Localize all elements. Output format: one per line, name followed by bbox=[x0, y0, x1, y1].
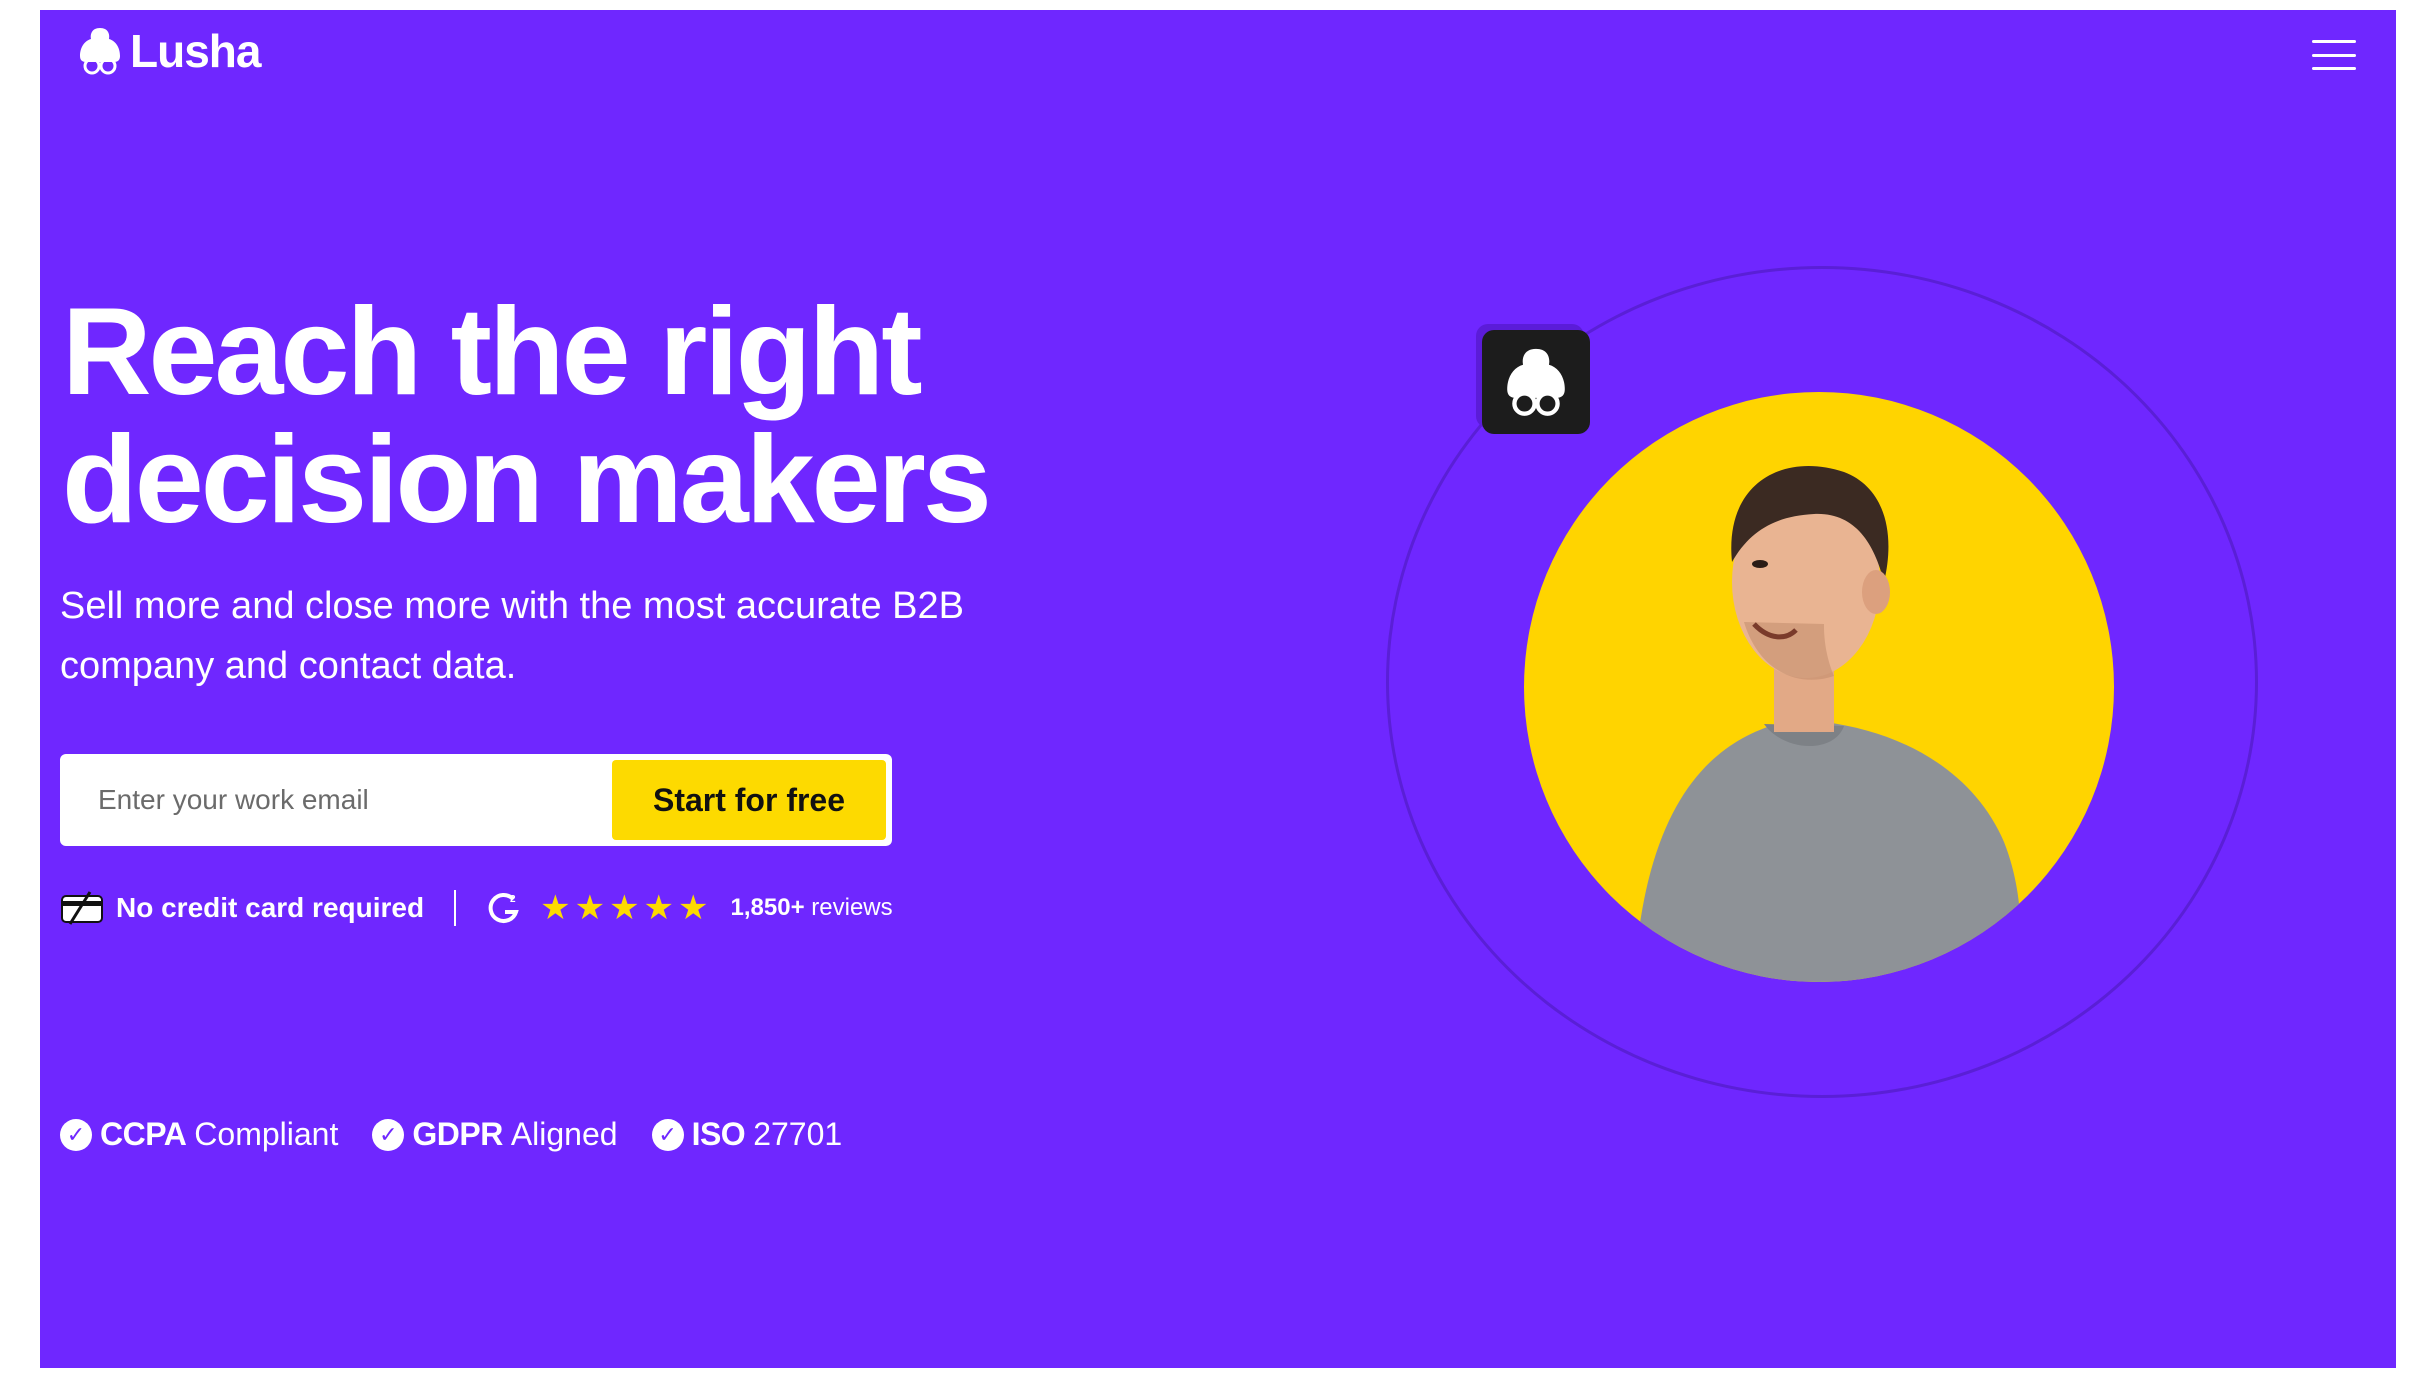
badge-strong: CCPA bbox=[100, 1116, 187, 1152]
logo-text: Lusha bbox=[130, 25, 261, 77]
badge-label: 27701 bbox=[753, 1116, 843, 1152]
compliance-badges: ✓ CCPA Compliant ✓ GDPR Aligned ✓ ISO 27… bbox=[60, 1116, 842, 1153]
star-icon: ★ bbox=[540, 889, 571, 927]
headline-line-2: decision makers bbox=[62, 411, 992, 549]
star-icon: ★ bbox=[609, 889, 640, 927]
lusha-app-glyph-icon bbox=[1507, 348, 1565, 416]
lusha-logo-icon bbox=[80, 28, 120, 75]
hamburger-menu-icon[interactable] bbox=[2312, 40, 2356, 70]
rating-stars: ★ ★ ★ ★ ★ bbox=[540, 891, 708, 925]
reviews-label: reviews bbox=[811, 894, 893, 921]
badge-strong: ISO bbox=[691, 1116, 746, 1152]
reviews-count[interactable]: 1,850+ reviews bbox=[731, 894, 893, 922]
badge-iso: ✓ ISO 27701 bbox=[651, 1116, 843, 1153]
lusha-app-icon bbox=[1482, 330, 1590, 434]
star-icon: ★ bbox=[678, 889, 709, 927]
check-circle-icon: ✓ bbox=[372, 1118, 405, 1151]
page-title: Reach the right decision makers bbox=[62, 288, 1162, 544]
trust-row: No credit card required 2 ★ ★ ★ ★ ★ 1,85… bbox=[60, 890, 893, 926]
signup-form: Start for free bbox=[60, 754, 892, 846]
person-illustration bbox=[1634, 466, 2021, 982]
star-icon: ★ bbox=[574, 889, 606, 927]
check-circle-icon: ✓ bbox=[60, 1118, 92, 1151]
svg-text:2: 2 bbox=[510, 894, 516, 905]
hero-subtext: Sell more and close more with the most a… bbox=[60, 585, 964, 687]
lusha-logo[interactable]: Lusha bbox=[78, 24, 261, 78]
hero-section: Lusha Reach the right decision makers Se… bbox=[40, 10, 2396, 1368]
headline-line-1: Reach the right bbox=[62, 283, 923, 421]
check-circle-icon: ✓ bbox=[651, 1118, 684, 1151]
badge-strong: GDPR bbox=[412, 1116, 503, 1152]
badge-label: Aligned bbox=[510, 1116, 618, 1152]
credit-card-crossed-icon bbox=[61, 891, 103, 925]
star-icon: ★ bbox=[643, 889, 675, 927]
badge-label: Compliant bbox=[194, 1116, 339, 1152]
reviews-number: 1,850+ bbox=[730, 894, 805, 921]
start-for-free-button[interactable]: Start for free bbox=[612, 760, 886, 840]
smiling-man-photo bbox=[1524, 392, 2114, 982]
email-field[interactable] bbox=[66, 761, 612, 839]
no-credit-card-note: No credit card required bbox=[60, 890, 424, 926]
badge-gdpr: ✓ GDPR Aligned bbox=[372, 1116, 618, 1153]
badge-ccpa: ✓ CCPA Compliant bbox=[60, 1116, 338, 1153]
no-credit-card-label: No credit card required bbox=[116, 892, 425, 923]
divider bbox=[454, 890, 457, 926]
g2-logo-icon[interactable]: 2 bbox=[486, 890, 522, 926]
